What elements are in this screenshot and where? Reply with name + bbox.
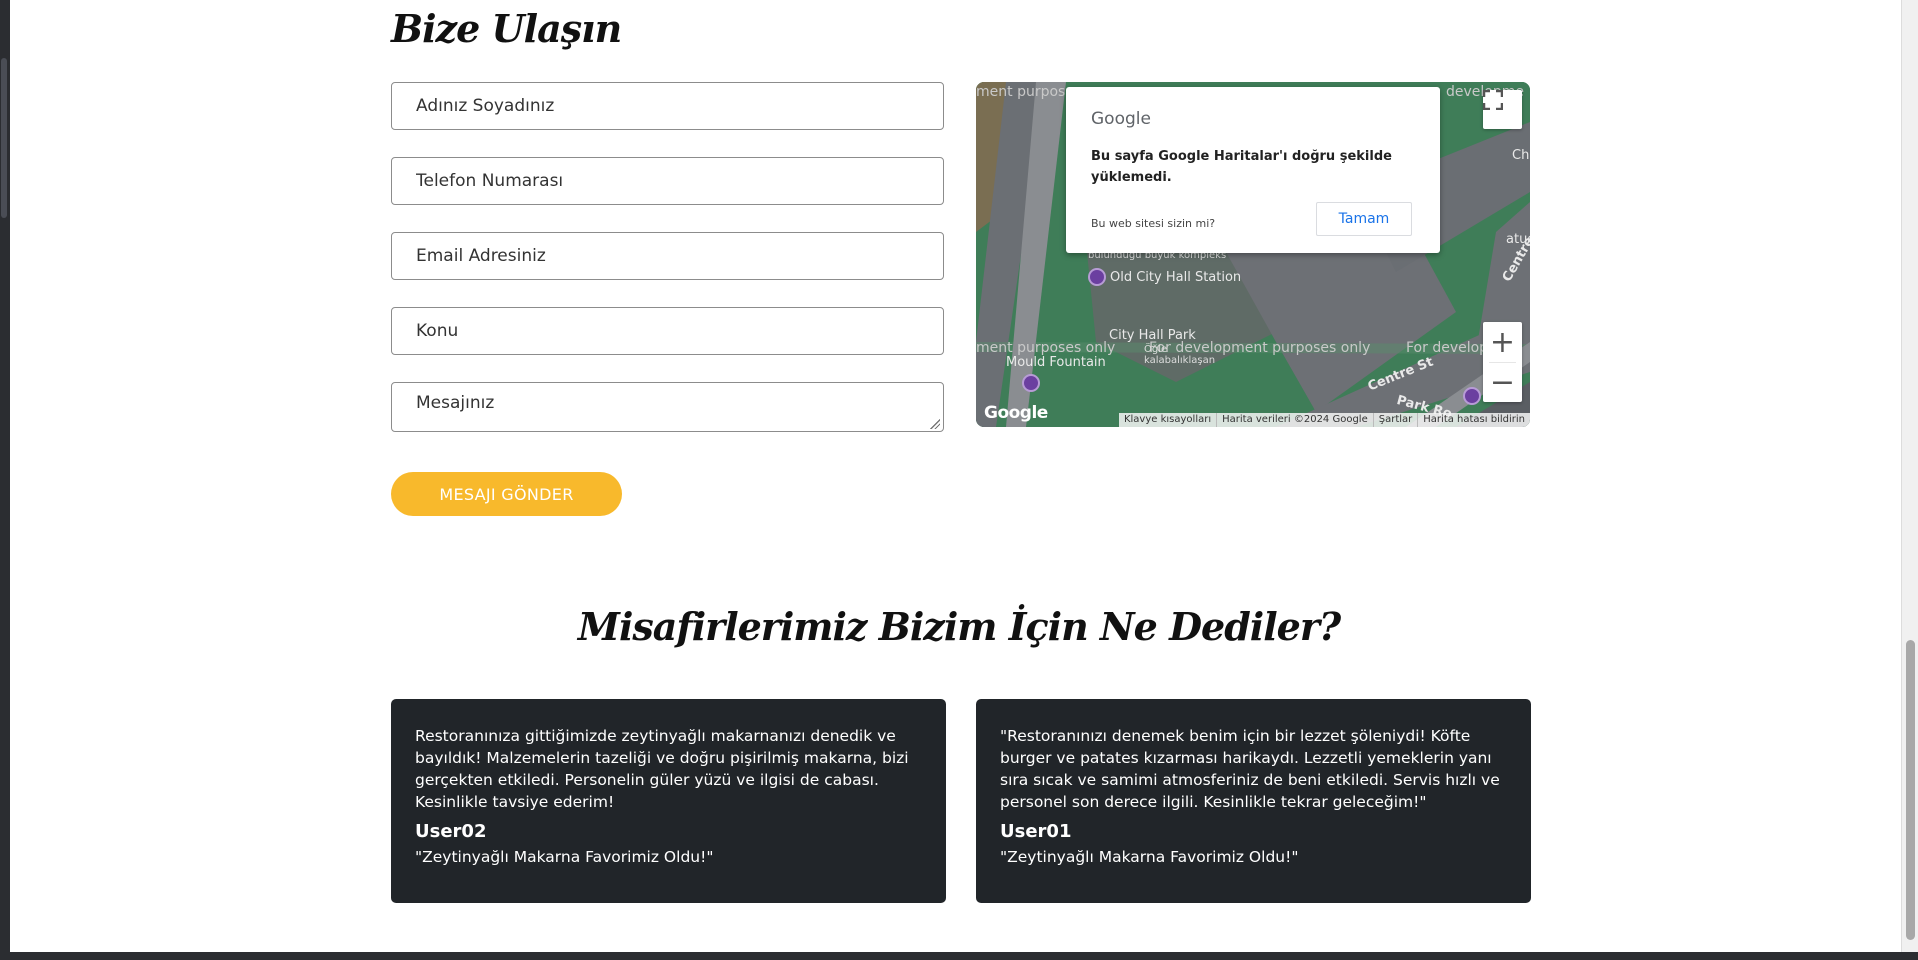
reviews-title: Misafirlerimiz Bizim İçin Ne Dediler? xyxy=(577,604,1341,649)
map-error-message: Bu sayfa Google Haritalar'ı doğru şekild… xyxy=(1091,149,1392,185)
review-heading: "Zeytinyağlı Makarna Favorimiz Oldu!" xyxy=(415,848,714,866)
frame-scroll-indicator xyxy=(1,58,7,218)
map-data-credit: Harita verileri ©2024 Google xyxy=(1216,413,1373,427)
contact-title: Bize Ulaşın xyxy=(391,6,622,51)
review-user: User02 xyxy=(415,821,487,842)
map-error-dialog: Google Bu sayfa Google Haritalar'ı doğru… xyxy=(1066,87,1440,253)
map-place-label: Old City Hall Station xyxy=(1110,270,1242,285)
send-message-button[interactable]: MESAJI GÖNDER xyxy=(391,472,622,516)
window-frame-bottom xyxy=(0,952,1918,960)
site-owner-question: Bu web sitesi sizin mi? xyxy=(1091,217,1216,230)
review-text: "Restoranınızı denemek benim için bir le… xyxy=(1000,727,1500,811)
review-heading: "Zeytinyağlı Makarna Favorimiz Oldu!" xyxy=(1000,848,1299,866)
dialog-ok-button[interactable]: Tamam xyxy=(1316,202,1412,236)
map-embed[interactable]: ment purposes developme ment purposes on… xyxy=(976,82,1530,427)
keyboard-shortcuts-link[interactable]: Klavye kısayolları xyxy=(1119,413,1216,427)
message-textarea[interactable] xyxy=(391,382,944,432)
zoom-out-button[interactable]: − xyxy=(1483,362,1522,402)
fullscreen-icon xyxy=(1483,90,1503,110)
map-place-label: Mould Fountain xyxy=(1006,355,1106,370)
map-poi-icon[interactable] xyxy=(1088,268,1106,286)
map-place-label: Öğle xyxy=(1144,344,1168,355)
map-watermark: ment purposes only xyxy=(976,340,1116,356)
name-input[interactable] xyxy=(391,82,944,130)
review-text: Restoranınıza gittiğimizde zeytinyağlı m… xyxy=(415,727,909,811)
map-attribution: Klavye kısayolları Harita verileri ©2024… xyxy=(1118,413,1530,427)
textarea-resize-handle[interactable] xyxy=(930,419,940,429)
page-scrollbar[interactable] xyxy=(1901,0,1918,952)
phone-input[interactable] xyxy=(391,157,944,205)
map-poi-icon[interactable] xyxy=(1463,387,1481,405)
map-place-label: Cha xyxy=(1512,148,1530,163)
zoom-controls: + − xyxy=(1483,322,1522,402)
email-input[interactable] xyxy=(391,232,944,280)
fullscreen-button[interactable] xyxy=(1483,90,1522,129)
map-place-label: kalabalıklaşan xyxy=(1144,355,1216,366)
subject-input[interactable] xyxy=(391,307,944,355)
map-watermark: For develop xyxy=(1406,340,1489,356)
zoom-in-button[interactable]: + xyxy=(1483,322,1522,362)
map-poi-icon[interactable] xyxy=(1022,374,1040,392)
review-card: Restoranınıza gittiğimizde zeytinyağlı m… xyxy=(391,699,946,903)
terms-link[interactable]: Şartlar xyxy=(1372,413,1418,427)
map-place-label: City Hall Park xyxy=(1109,328,1196,343)
scrollbar-thumb[interactable] xyxy=(1906,640,1915,940)
window-frame-left xyxy=(0,0,10,960)
review-user: User01 xyxy=(1000,821,1072,842)
google-logo: Google xyxy=(984,403,1048,423)
google-brand: Google xyxy=(1091,109,1151,129)
report-error-link[interactable]: Harita hatası bildirin xyxy=(1417,413,1530,427)
review-card: "Restoranınızı denemek benim için bir le… xyxy=(976,699,1531,903)
